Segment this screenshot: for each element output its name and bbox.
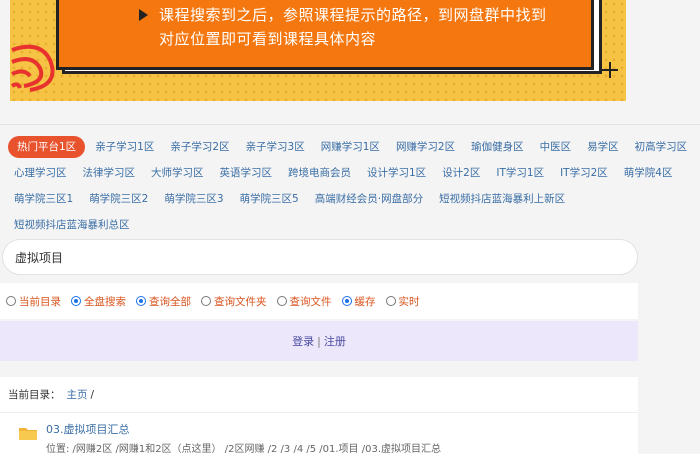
login-link[interactable]: 登录 <box>292 333 314 349</box>
radio-button[interactable] <box>201 296 211 306</box>
results-panel: 当前目录： 主页 / 03.虚拟项目汇总 位置: /网赚2区 /网赚1和2区（点… <box>0 377 638 454</box>
radio-button[interactable] <box>276 296 287 306</box>
course-banner: 课程搜索到之后，参照课程提示的路径，到网盘群中找到对应位置即可看到课程具体内容 <box>10 0 626 101</box>
breadcrumb-separator: / <box>90 388 95 401</box>
search-box[interactable] <box>2 239 638 275</box>
category-tag[interactable]: 中医区 <box>534 136 578 158</box>
category-tag[interactable]: 心理学习区 <box>8 162 73 184</box>
divider <box>0 124 700 125</box>
search-option[interactable]: 当前目录 <box>6 294 61 309</box>
folder-icon <box>19 428 37 440</box>
radio-button[interactable] <box>385 296 396 306</box>
category-tag[interactable]: 萌学院三区2 <box>83 188 154 210</box>
option-label: 全盘搜索 <box>84 295 126 308</box>
option-label: 缓存 <box>354 295 376 308</box>
radio-button[interactable] <box>136 296 146 306</box>
category-tag[interactable]: 亲子学习3区 <box>240 136 311 158</box>
category-tag[interactable]: 瑜伽健身区 <box>465 136 530 158</box>
list-item[interactable]: 03.虚拟项目汇总 位置: /网赚2区 /网赚1和2区（点这里） /2区网赚 /… <box>0 413 638 454</box>
category-tag[interactable]: 萌学院4区 <box>618 162 679 184</box>
category-tag[interactable]: 短视频抖店蓝海暴利上新区 <box>433 188 571 210</box>
category-tag[interactable]: 初高学习区 <box>629 136 694 158</box>
category-tag[interactable]: 亲子学习1区 <box>89 136 160 158</box>
login-bar: 登录 | 注册 <box>0 321 638 361</box>
radio-button[interactable] <box>71 296 81 306</box>
category-tag[interactable]: 英语学习区 <box>214 162 279 184</box>
category-tag[interactable]: IT学习2区 <box>554 162 614 184</box>
radio-button[interactable] <box>341 296 352 306</box>
category-tag[interactable]: 高端财经会员·网盘部分 <box>309 188 429 210</box>
option-label: 实时 <box>398 295 420 308</box>
category-tag[interactable]: 萌学院三区1 <box>8 188 79 210</box>
category-tag[interactable]: 设计2区 <box>436 162 486 184</box>
category-tags: 热门平台1区 亲子学习1区 亲子学习2区 亲子学习3区 网赚学习1区 网赚学习2区 瑜伽健身… <box>8 136 698 236</box>
search-option[interactable]: 查询全部 <box>136 294 191 309</box>
play-bullet-icon <box>139 9 148 21</box>
option-label: 查询文件夹 <box>214 295 267 308</box>
banner-text: 课程搜索到之后，参照课程提示的路径，到网盘群中找到对应位置即可看到课程具体内容 <box>159 6 547 48</box>
option-label: 当前目录 <box>19 295 61 308</box>
category-tag[interactable]: 热门平台1区 <box>8 136 86 158</box>
category-tag[interactable]: 跨境电商会员 <box>282 162 357 184</box>
category-tag[interactable]: IT学习1区 <box>490 162 550 184</box>
search-option[interactable]: 全盘搜索 <box>71 294 126 309</box>
current-dir-label: 当前目录： <box>8 389 61 401</box>
breadcrumb-home-link[interactable]: 主页 <box>67 387 88 402</box>
category-tag[interactable]: 法律学习区 <box>77 162 142 184</box>
category-tag[interactable]: 易学区 <box>581 136 625 158</box>
file-name-link[interactable]: 03.虚拟项目汇总 <box>46 421 638 437</box>
radio-button[interactable] <box>6 296 16 306</box>
category-tag[interactable]: 网赚学习2区 <box>390 136 461 158</box>
login-separator: | <box>317 334 321 348</box>
category-tag[interactable]: 萌学院三区3 <box>158 188 229 210</box>
banner-card: 课程搜索到之后，参照课程提示的路径，到网盘群中找到对应位置即可看到课程具体内容 <box>56 0 594 70</box>
search-input[interactable] <box>15 250 625 264</box>
category-tag[interactable]: 亲子学习2区 <box>164 136 235 158</box>
search-option[interactable]: 缓存 <box>341 294 376 309</box>
register-link[interactable]: 注册 <box>324 333 346 349</box>
search-option[interactable]: 查询文件 <box>276 294 332 309</box>
option-label: 查询文件 <box>289 295 332 308</box>
category-tag[interactable]: 短视频抖店蓝海暴利总区 <box>8 214 136 236</box>
search-option[interactable]: 查询文件夹 <box>201 294 267 309</box>
category-tag[interactable]: 大师学习区 <box>145 162 210 184</box>
plus-decoration-icon <box>602 62 618 78</box>
search-options: 当前目录 全盘搜索 查询全部 查询文件夹 查询文件 缓存 实时 <box>0 283 638 319</box>
search-option[interactable]: 实时 <box>385 294 420 309</box>
file-location: 位置: /网赚2区 /网赚1和2区（点这里） /2区网赚 /2 /3 /4 /5… <box>46 444 442 454</box>
category-tag[interactable]: 萌学院三区5 <box>234 188 305 210</box>
option-label: 查询全部 <box>149 295 191 308</box>
category-tag[interactable]: 网赚学习1区 <box>315 136 386 158</box>
breadcrumb: 当前目录： 主页 / <box>0 377 638 413</box>
category-tag[interactable]: 设计学习1区 <box>361 162 432 184</box>
